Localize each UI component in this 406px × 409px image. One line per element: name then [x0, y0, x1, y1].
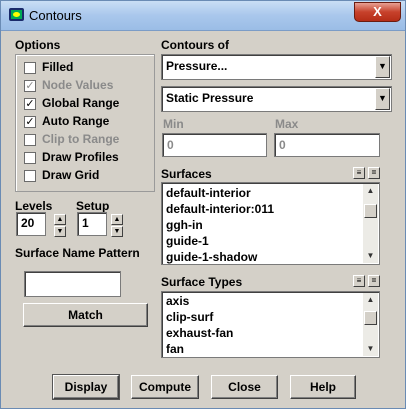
min-label: Min: [163, 117, 184, 131]
option-label: Node Values: [42, 78, 114, 92]
option-label: Auto Range: [42, 114, 110, 128]
option-checkbox[interactable]: [24, 152, 36, 164]
list-item[interactable]: guide-1: [166, 234, 209, 248]
list-item[interactable]: fan: [166, 342, 184, 356]
option-checkbox: ✓: [24, 80, 36, 92]
chevron-up-icon: ▲: [56, 216, 64, 223]
scroll-thumb[interactable]: [364, 311, 377, 325]
match-button[interactable]: Match: [23, 303, 148, 327]
option-label: Draw Profiles: [42, 150, 119, 164]
chevron-up-icon: ▲: [113, 216, 121, 223]
chevron-down-icon: ▼: [56, 228, 64, 235]
option-checkbox[interactable]: ✓: [24, 98, 36, 110]
surface-types-list[interactable]: axis clip-surf exhaust-fan fan ▲ ▼: [161, 291, 380, 358]
scroll-thumb[interactable]: [364, 204, 377, 218]
chevron-down-icon[interactable]: ▼: [375, 56, 390, 78]
checkmark-icon: ✓: [25, 80, 35, 92]
option-checkbox: [24, 134, 36, 146]
setup-field[interactable]: 1: [77, 212, 107, 236]
surfaces-label: Surfaces: [161, 167, 212, 181]
contours-of-variable-value: Static Pressure: [166, 91, 254, 105]
window-close-button[interactable]: X: [354, 2, 401, 22]
option-label: Global Range: [42, 96, 120, 110]
surface-types-select-all-button[interactable]: ≡: [353, 275, 365, 287]
surface-name-pattern-label: Surface Name Pattern: [15, 246, 140, 260]
max-field[interactable]: 0: [274, 133, 380, 157]
setup-label: Setup: [76, 199, 110, 213]
levels-spin-up[interactable]: ▲: [54, 214, 66, 225]
max-label: Max: [275, 117, 299, 131]
surface-types-label: Surface Types: [161, 275, 243, 289]
contours-of-variable-select[interactable]: Static Pressure ▼: [161, 86, 392, 112]
levels-spin-down[interactable]: ▼: [54, 226, 66, 237]
title-bar: Contours X: [1, 1, 405, 31]
option-label: Filled: [42, 60, 74, 74]
contours-of-label: Contours of: [161, 38, 229, 52]
contours-of-category-select[interactable]: Pressure... ▼: [161, 54, 392, 80]
list-item[interactable]: guide-1-shadow: [166, 250, 257, 264]
list-item[interactable]: axis: [166, 294, 189, 308]
scroll-down-icon[interactable]: ▼: [363, 249, 378, 263]
compute-button[interactable]: Compute: [131, 375, 199, 399]
setup-spin-down[interactable]: ▼: [111, 226, 123, 237]
contours-dialog: Contours X Options Filled ✓ Node Values ✓ Gl…: [0, 0, 406, 409]
chevron-down-icon: ▼: [113, 228, 121, 235]
option-checkbox[interactable]: [24, 62, 36, 74]
scroll-down-icon[interactable]: ▼: [363, 342, 378, 356]
contours-of-category-value: Pressure...: [166, 59, 228, 73]
surfaces-select-all-button[interactable]: ≡: [353, 167, 365, 179]
surface-name-pattern-field[interactable]: [24, 271, 121, 297]
min-field[interactable]: 0: [162, 133, 267, 157]
option-label: Draw Grid: [42, 168, 100, 182]
surface-types-scrollbar[interactable]: ▲ ▼: [363, 293, 378, 356]
list-item[interactable]: ggh-in: [166, 218, 203, 232]
checkmark-icon: ✓: [25, 98, 35, 110]
app-icon: [9, 8, 24, 21]
window-title: Contours: [29, 8, 82, 23]
scroll-up-icon[interactable]: ▲: [363, 293, 378, 307]
option-label: Clip to Range: [42, 132, 120, 146]
setup-spin-up[interactable]: ▲: [111, 214, 123, 225]
checkmark-icon: ✓: [25, 116, 35, 128]
option-checkbox[interactable]: [24, 170, 36, 182]
help-button[interactable]: Help: [290, 375, 356, 399]
list-item[interactable]: clip-surf: [166, 310, 213, 324]
list-item[interactable]: exhaust-fan: [166, 326, 233, 340]
surfaces-list[interactable]: default-interior default-interior:011 ggh-…: [161, 182, 380, 265]
option-checkbox[interactable]: ✓: [24, 116, 36, 128]
surface-types-deselect-all-button[interactable]: =: [368, 275, 380, 287]
surfaces-deselect-all-button[interactable]: =: [368, 167, 380, 179]
surfaces-scrollbar[interactable]: ▲ ▼: [363, 184, 378, 263]
chevron-down-icon[interactable]: ▼: [375, 88, 390, 110]
levels-label: Levels: [15, 199, 53, 213]
close-button[interactable]: Close: [211, 375, 278, 399]
list-item[interactable]: default-interior:011: [166, 202, 274, 216]
display-button[interactable]: Display: [52, 374, 120, 400]
options-heading: Options: [15, 38, 61, 52]
list-item[interactable]: default-interior: [166, 186, 251, 200]
scroll-up-icon[interactable]: ▲: [363, 184, 378, 198]
levels-field[interactable]: 20: [16, 212, 46, 236]
